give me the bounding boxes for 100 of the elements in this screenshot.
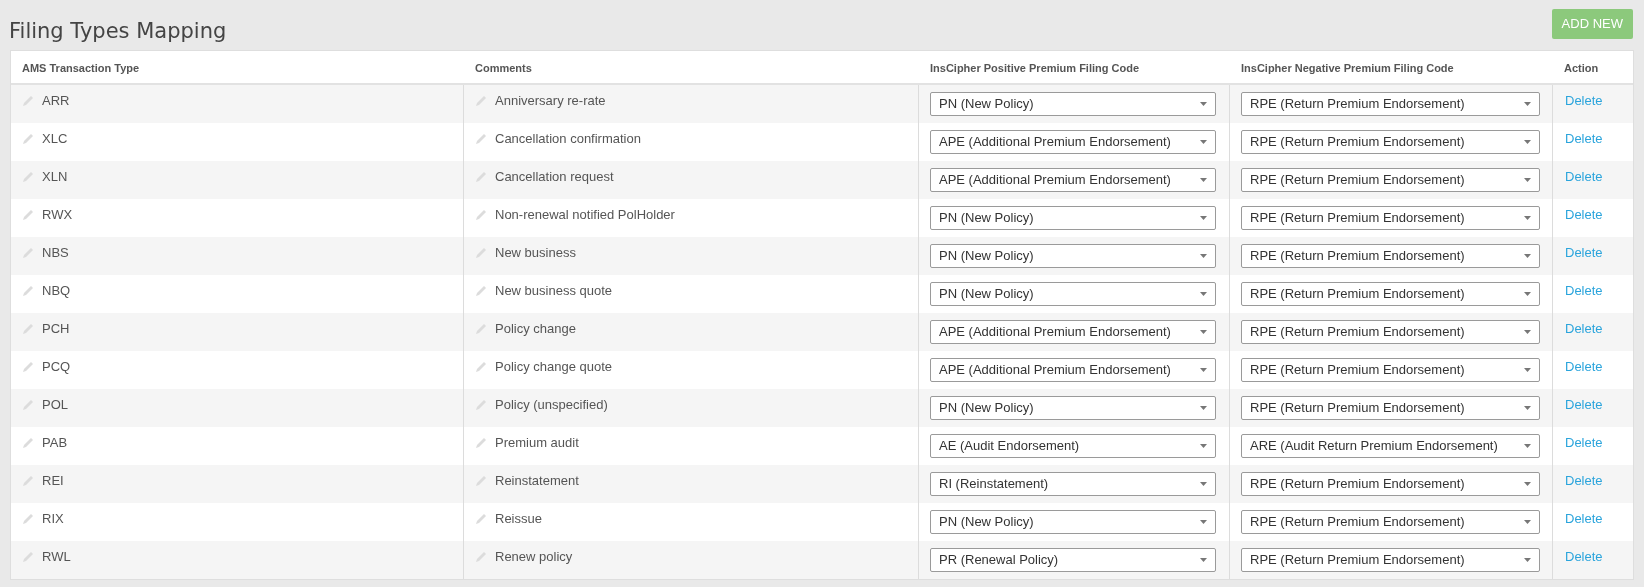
dropdown[interactable]: APE (Additional Premium Endorsement)	[930, 168, 1216, 192]
dropdown[interactable]: RI (Reinstatement)	[930, 472, 1216, 496]
dropdown[interactable]: APE (Additional Premium Endorsement)	[930, 130, 1216, 154]
pencil-icon	[22, 171, 34, 183]
table-cell-text: Policy change quote	[495, 358, 613, 377]
pencil-icon	[475, 285, 487, 297]
pencil-icon	[475, 513, 487, 525]
dropdown[interactable]: RPE (Return Premium Endorsement)	[1241, 92, 1540, 116]
caret-icon	[1524, 368, 1531, 372]
pencil-icon	[475, 361, 487, 373]
pencil-icon	[475, 323, 487, 335]
dropdown[interactable]: RPE (Return Premium Endorsement)	[1241, 244, 1540, 268]
caret-icon	[1524, 482, 1531, 486]
table-cell-text: REI	[42, 472, 64, 491]
dropdown[interactable]: PN (New Policy)	[930, 92, 1216, 116]
caret-icon	[1524, 330, 1531, 334]
table-cell-text: PCH	[42, 320, 70, 339]
pencil-icon	[475, 437, 487, 449]
pencil-icon	[22, 323, 34, 335]
pencil-icon	[475, 171, 487, 183]
caret-icon	[1524, 254, 1531, 258]
caret-icon	[1524, 102, 1531, 106]
caret-icon	[1524, 406, 1531, 410]
caret-icon	[1524, 520, 1531, 524]
table-cell-text: POL	[42, 396, 68, 415]
caret-icon	[1200, 254, 1207, 258]
pencil-icon	[22, 475, 34, 487]
dropdown[interactable]: PN (New Policy)	[930, 206, 1216, 230]
pencil-icon	[475, 247, 487, 259]
pencil-icon	[22, 247, 34, 259]
table-cell-text: New business quote	[495, 282, 613, 301]
column-header: Comments	[475, 62, 532, 74]
caret-icon	[1200, 178, 1207, 182]
dropdown[interactable]: PN (New Policy)	[930, 244, 1216, 268]
caret-icon	[1200, 216, 1207, 220]
caret-icon	[1524, 216, 1531, 220]
dropdown[interactable]: RPE (Return Premium Endorsement)	[1241, 130, 1540, 154]
table-cell-text: Policy change	[495, 320, 576, 339]
table-cell-text: XLN	[42, 168, 68, 187]
dropdown[interactable]: PN (New Policy)	[930, 510, 1216, 534]
table-cell-text: RIX	[42, 510, 64, 529]
table-cell-text: Non-renewal notified PolHolder	[495, 206, 675, 225]
pencil-icon	[22, 361, 34, 373]
pencil-icon	[22, 209, 34, 221]
column-header: InsCipher Negative Premium Filing Code	[1241, 62, 1454, 74]
table-cell-text: ARR	[42, 92, 70, 111]
dropdown[interactable]: RPE (Return Premium Endorsement)	[1241, 168, 1540, 192]
caret-icon	[1200, 444, 1207, 448]
caret-icon	[1200, 558, 1207, 562]
dropdown[interactable]: RPE (Return Premium Endorsement)	[1241, 396, 1540, 420]
table-cell-text: Premium audit	[495, 434, 579, 453]
caret-icon	[1524, 178, 1531, 182]
dropdown[interactable]: AE (Audit Endorsement)	[930, 434, 1216, 458]
caret-icon	[1524, 558, 1531, 562]
pencil-icon	[22, 285, 34, 297]
pencil-icon	[475, 475, 487, 487]
pencil-icon	[22, 399, 34, 411]
column-header: InsCipher Positive Premium Filing Code	[930, 62, 1140, 74]
dropdown[interactable]: APE (Additional Premium Endorsement)	[930, 358, 1216, 382]
column-header: Action	[1564, 62, 1599, 74]
table-cell-text: NBQ	[42, 282, 71, 301]
table-cell-text: Anniversary re-rate	[495, 92, 606, 111]
table-cell-text: Cancellation request	[495, 168, 614, 187]
pencil-icon	[475, 399, 487, 411]
dropdown[interactable]: PR (Renewal Policy)	[930, 548, 1216, 572]
table-cell-text: NBS	[42, 244, 69, 263]
table-cell-text: XLC	[42, 130, 68, 149]
table-cell-text: Cancellation confirmation	[495, 130, 641, 149]
dropdown[interactable]: RPE (Return Premium Endorsement)	[1241, 320, 1540, 344]
dropdown[interactable]: RPE (Return Premium Endorsement)	[1241, 472, 1540, 496]
table-cell-text: Reinstatement	[495, 472, 579, 491]
caret-icon	[1200, 368, 1207, 372]
caret-icon	[1200, 292, 1207, 296]
pencil-icon	[22, 513, 34, 525]
table-cell-text: RWL	[42, 548, 71, 567]
caret-icon	[1200, 520, 1207, 524]
dropdown[interactable]: RPE (Return Premium Endorsement)	[1241, 358, 1540, 382]
pencil-icon	[22, 437, 34, 449]
caret-icon	[1524, 292, 1531, 296]
dropdown[interactable]: ARE (Audit Return Premium Endorsement)	[1241, 434, 1540, 458]
pencil-icon	[475, 551, 487, 563]
table-cell-text: PCQ	[42, 358, 71, 377]
table-cell-text: RWX	[42, 206, 73, 225]
table-cell-text: Policy (unspecified)	[495, 396, 608, 415]
dropdown[interactable]: RPE (Return Premium Endorsement)	[1241, 510, 1540, 534]
dropdown[interactable]: RPE (Return Premium Endorsement)	[1241, 548, 1540, 572]
column-header: AMS Transaction Type	[22, 62, 140, 74]
dropdown[interactable]: PN (New Policy)	[930, 396, 1216, 420]
pencil-icon	[475, 209, 487, 221]
dropdown[interactable]: RPE (Return Premium Endorsement)	[1241, 206, 1540, 230]
caret-icon	[1200, 330, 1207, 334]
caret-icon	[1200, 406, 1207, 410]
page-title: Filing Types Mapping	[9, 21, 227, 42]
dropdown[interactable]: RPE (Return Premium Endorsement)	[1241, 282, 1540, 306]
caret-icon	[1200, 102, 1207, 106]
dropdown[interactable]: APE (Additional Premium Endorsement)	[930, 320, 1216, 344]
caret-icon	[1524, 140, 1531, 144]
dropdown[interactable]: PN (New Policy)	[930, 282, 1216, 306]
pencil-icon	[22, 551, 34, 563]
caret-icon	[1524, 444, 1531, 448]
